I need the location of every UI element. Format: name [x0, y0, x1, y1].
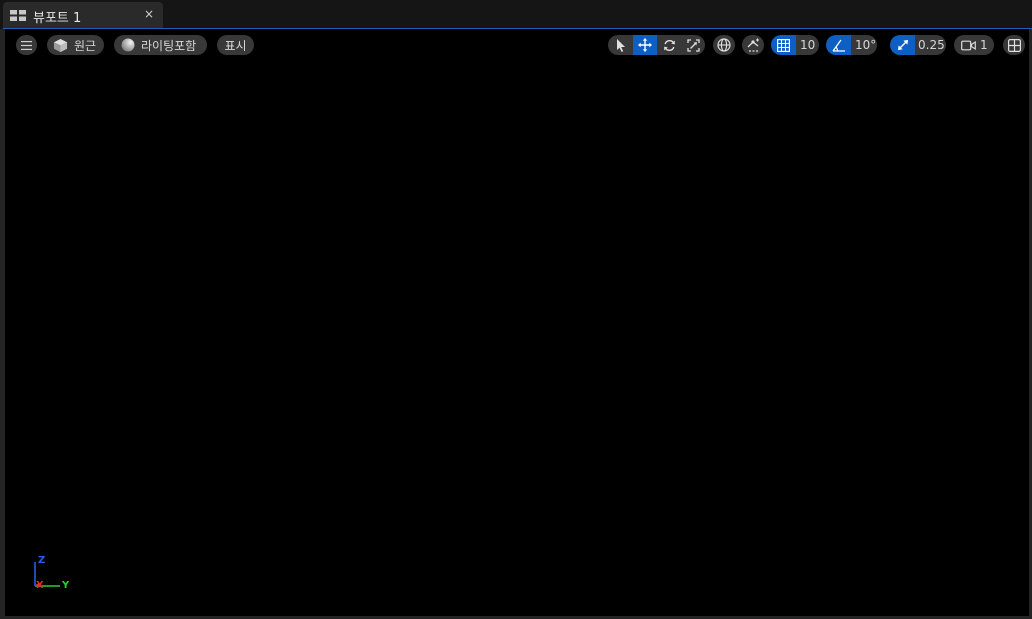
perspective-label: 원근	[74, 38, 97, 53]
rotation-snap-group[interactable]: 10°	[826, 35, 877, 55]
globe-icon	[717, 38, 731, 52]
scale-snap-toggle[interactable]	[890, 35, 915, 55]
tab-title: 뷰포트 1	[33, 11, 82, 26]
close-icon[interactable]: ×	[141, 6, 157, 22]
camera-icon	[961, 40, 976, 51]
rotation-snap-value[interactable]: 10°	[851, 38, 876, 52]
lit-sphere-icon	[121, 38, 135, 52]
select-tool-button[interactable]	[608, 35, 633, 55]
show-button[interactable]: 표시	[217, 35, 254, 55]
viewport-canvas[interactable]	[5, 29, 1029, 616]
transform-tools-group	[608, 35, 705, 55]
cube-icon	[53, 38, 68, 53]
rotate-icon	[663, 39, 675, 51]
rotate-tool-button[interactable]	[657, 35, 681, 55]
scale-tool-button[interactable]	[681, 35, 705, 55]
axis-y-label: Y	[62, 580, 70, 591]
rotation-snap-toggle[interactable]	[826, 35, 851, 55]
surface-snap-icon	[747, 38, 759, 52]
tab-viewport-1[interactable]: 뷰포트 1 ×	[3, 2, 163, 28]
angle-icon	[831, 39, 845, 52]
viewport-layout-icon	[10, 10, 26, 21]
perspective-button[interactable]: 원근	[47, 35, 104, 55]
surface-snap-button[interactable]	[742, 35, 764, 55]
camera-speed-value: 1	[980, 38, 988, 52]
show-label: 표시	[224, 38, 247, 53]
axis-gizmo: Z X Y	[28, 552, 78, 597]
grid-snap-group[interactable]: 10	[771, 35, 819, 55]
select-icon	[616, 38, 625, 52]
lighting-mode-button[interactable]: 라이팅포함	[114, 35, 207, 55]
scale-snap-icon	[897, 40, 908, 50]
grid-snap-value[interactable]: 10	[796, 38, 815, 52]
axis-x-label: X	[36, 580, 44, 591]
grid-icon	[777, 38, 790, 52]
translate-tool-button[interactable]	[633, 35, 657, 55]
scale-snap-value[interactable]: 0.25	[915, 38, 945, 52]
translate-icon	[638, 38, 652, 52]
scale-snap-group[interactable]: 0.25	[890, 35, 946, 55]
camera-speed-button[interactable]: 1	[954, 35, 994, 55]
tab-bar: 뷰포트 1 ×	[0, 0, 1032, 28]
hamburger-icon	[21, 40, 32, 50]
viewport-options-button[interactable]	[16, 35, 37, 55]
lighting-label: 라이팅포함	[141, 38, 197, 53]
scale-icon	[686, 38, 700, 52]
grid-snap-toggle[interactable]	[771, 35, 796, 55]
coordinate-space-button[interactable]	[713, 35, 735, 55]
viewport-layout-icon	[1007, 38, 1021, 52]
viewport-layout-button[interactable]	[1003, 35, 1025, 55]
axis-z-label: Z	[38, 555, 46, 566]
